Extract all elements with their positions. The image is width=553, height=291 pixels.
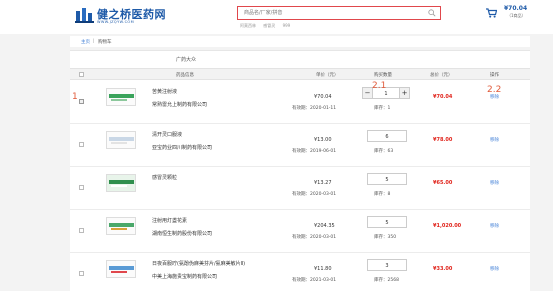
row-total: ¥70.04: [433, 94, 453, 100]
product-image[interactable]: [106, 260, 136, 278]
product-name[interactable]: 清开灵口服液: [152, 131, 182, 138]
logo-icon: [75, 8, 94, 23]
row-total: ¥65.00: [433, 180, 453, 186]
site-logo[interactable]: 健之桥医药网 WWW.JZQYW.COM: [75, 6, 185, 30]
row-checkbox[interactable]: [79, 99, 84, 104]
unit-price: ¥204.35: [314, 223, 335, 229]
select-all-checkbox[interactable]: [79, 72, 84, 77]
cart-row: 日夜百服咛(氨酚伪麻美芬片/氨麻美敏片Ⅱ) 中美上海施贵宝制药有限公司 ¥11.…: [70, 253, 530, 291]
remove-link[interactable]: 移除: [490, 137, 499, 143]
product-name[interactable]: 日夜百服咛(氨酚伪麻美芬片/氨麻美敏片Ⅱ): [152, 260, 245, 267]
cart-row: 清开灵口服液 亚宝药业四川制药有限公司 ¥13.00 有效期：2019-06-0…: [70, 124, 530, 167]
expiry-date: 有效期：2019-06-01: [292, 149, 337, 154]
row-checkbox[interactable]: [79, 142, 84, 147]
row-total: ¥1,020.00: [433, 223, 462, 229]
product-manufacturer: 湖南恒生制药股份有限公司: [152, 231, 213, 237]
quantity-input[interactable]: 6: [367, 130, 407, 142]
breadcrumb-home[interactable]: 主页: [81, 39, 90, 45]
header-price: 单价（元）: [316, 73, 339, 78]
quantity-value[interactable]: 3: [368, 263, 406, 269]
quantity-value[interactable]: 6: [368, 134, 406, 140]
product-image[interactable]: [106, 217, 136, 235]
hot-link[interactable]: 阿莫西林: [240, 23, 256, 28]
remove-link[interactable]: 移除: [490, 266, 499, 272]
hot-search-links: 阿莫西林 感冒灵 999: [240, 23, 296, 29]
increase-button[interactable]: +: [399, 88, 409, 98]
expiry-date: 有效期：2020-03-01: [292, 192, 337, 197]
cart-icon[interactable]: [486, 8, 497, 18]
remove-link[interactable]: 移除: [490, 180, 499, 186]
unit-price: ¥70.04: [314, 94, 332, 100]
quantity-value[interactable]: 5: [368, 177, 406, 183]
product-manufacturer: 亚宝药业四川制药有限公司: [152, 145, 213, 151]
header-action: 操作: [490, 73, 499, 78]
stock-count: 库存：2568: [374, 278, 399, 283]
row-total: ¥33.00: [433, 266, 453, 272]
unit-price: ¥13.27: [314, 180, 332, 186]
stock-count: 库存：1: [374, 106, 391, 111]
annotation-2-1: 2.1: [372, 81, 387, 91]
row-checkbox[interactable]: [79, 271, 84, 276]
product-image[interactable]: [106, 131, 136, 149]
row-checkbox[interactable]: [79, 228, 84, 233]
product-name[interactable]: 感冒灵颗粒: [152, 174, 177, 181]
unit-price: ¥11.80: [314, 266, 332, 272]
breadcrumb: 主页 | 购物车: [70, 36, 530, 47]
expiry-date: 有效期：2021-03-01: [292, 278, 337, 283]
product-name[interactable]: 苦黄注射液: [152, 88, 177, 95]
search-box: [237, 6, 441, 20]
annotation-2-2: 2.2: [487, 85, 502, 95]
top-bar: 健之桥医药网 WWW.JZQYW.COM 阿莫西林 感冒灵 999 ¥70.04…: [0, 0, 553, 34]
product-manufacturer: 中美上海施贵宝制药有限公司: [152, 274, 218, 280]
annotation-1: 1: [72, 92, 78, 102]
product-name[interactable]: 注射用灯盏花素: [152, 217, 187, 224]
cart-count: （1商品）: [507, 13, 526, 18]
stock-count: 库存：63: [374, 149, 394, 154]
quantity-input[interactable]: 3: [367, 259, 407, 271]
cart-panel: 广药大众 药品信息 单价（元） 购买数量 总价（元） 操作 苦黄注射液 常熟雷允…: [70, 50, 530, 291]
breadcrumb-separator: |: [93, 39, 95, 44]
cart-row: 感冒灵颗粒 ¥13.27 有效期：2020-03-01 5 库存：8 ¥65.0…: [70, 167, 530, 210]
hot-link[interactable]: 999: [283, 23, 291, 28]
expiry-date: 有效期：2020-03-01: [292, 235, 337, 240]
logo-url: WWW.JZQYW.COM: [97, 20, 135, 24]
table-header: 药品信息 单价（元） 购买数量 总价（元） 操作: [70, 68, 530, 80]
product-image[interactable]: [106, 174, 136, 192]
product-image[interactable]: [106, 88, 136, 106]
search-icon[interactable]: [428, 9, 436, 17]
cart-row: 苦黄注射液 常熟雷允上制药有限公司 ¥70.04 有效期：2020-01-11 …: [70, 81, 530, 124]
expiry-date: 有效期：2020-01-11: [292, 106, 337, 111]
breadcrumb-current: 购物车: [98, 40, 112, 45]
cart-row: 注射用灯盏花素 湖南恒生制药股份有限公司 ¥204.35 有效期：2020-03…: [70, 210, 530, 253]
shop-name: 广药大众: [176, 57, 197, 63]
hot-link[interactable]: 感冒灵: [263, 23, 275, 28]
header-product: 药品信息: [176, 73, 194, 78]
unit-price: ¥13.00: [314, 137, 332, 143]
row-checkbox[interactable]: [79, 185, 84, 190]
quantity-value[interactable]: 5: [368, 220, 406, 226]
quantity-input[interactable]: 5: [367, 173, 407, 185]
product-manufacturer: 常熟雷允上制药有限公司: [152, 102, 208, 108]
header-total: 总价（元）: [430, 73, 453, 78]
row-total: ¥78.00: [433, 137, 453, 143]
remove-link[interactable]: 移除: [490, 223, 499, 229]
quantity-input[interactable]: 5: [367, 216, 407, 228]
stock-count: 库存：8: [374, 192, 391, 197]
cart-total[interactable]: ¥70.04: [504, 5, 527, 12]
stock-count: 库存：350: [374, 235, 397, 240]
header-quantity: 购买数量: [374, 73, 392, 78]
search-input[interactable]: [238, 7, 423, 19]
